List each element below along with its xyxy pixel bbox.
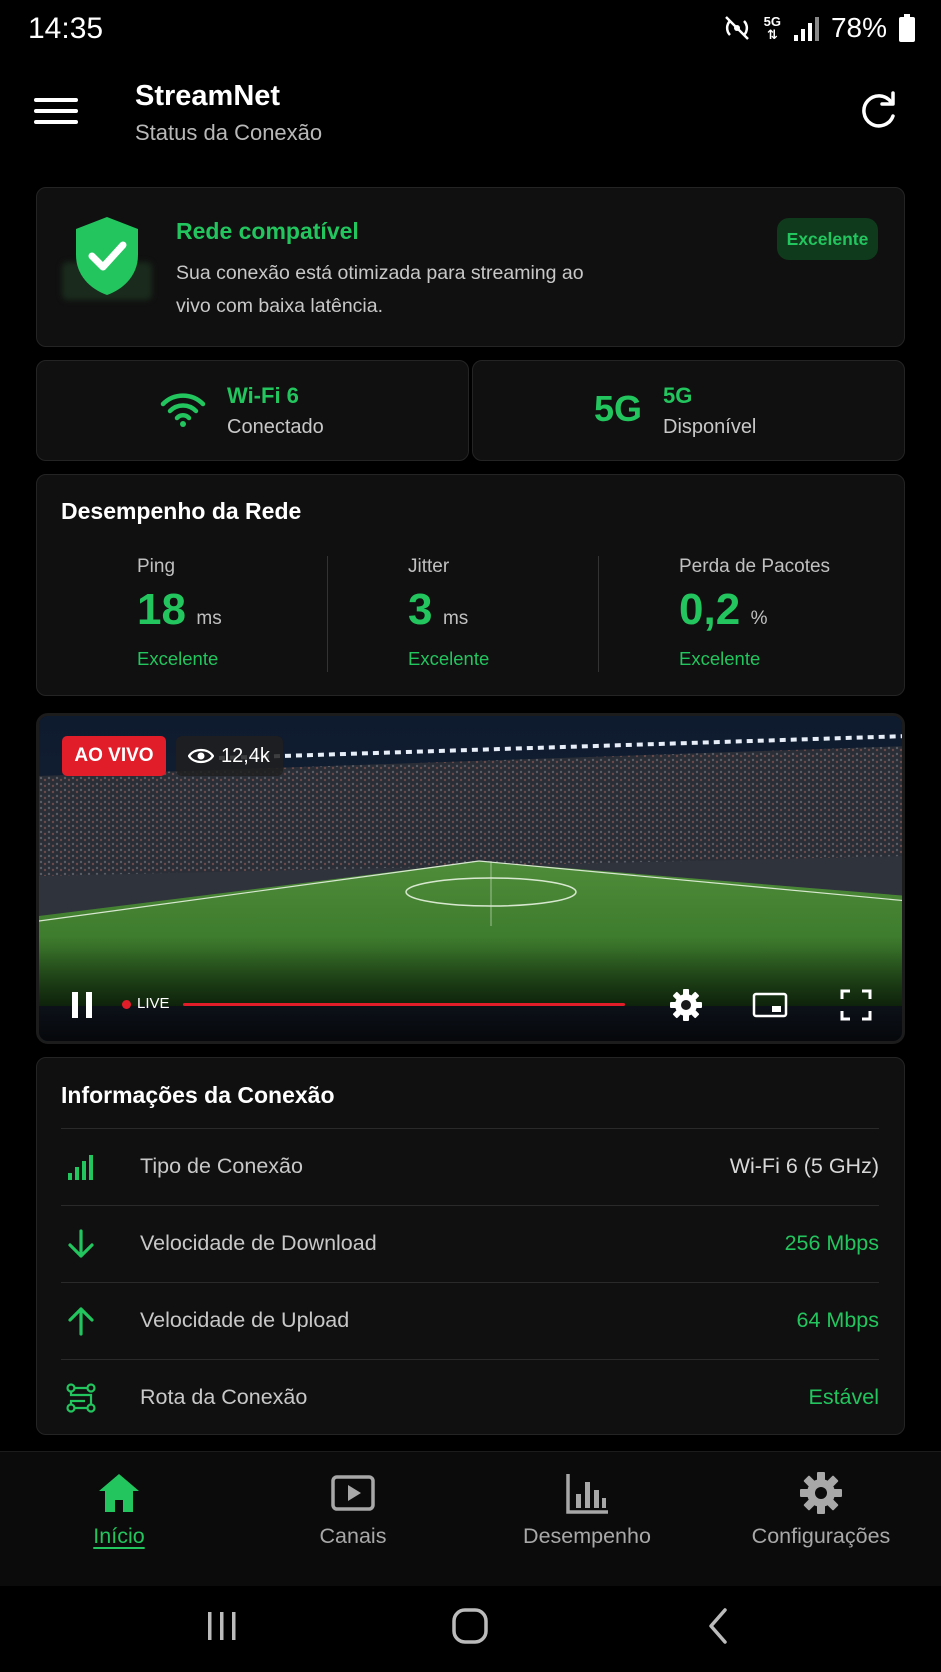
live-label: LIVE xyxy=(137,995,170,1012)
status-icons: 5G ⇅ 78% xyxy=(722,12,915,44)
wifi-icon xyxy=(160,393,206,427)
nav-item-home[interactable]: Início xyxy=(19,1470,219,1549)
battery-percent: 78% xyxy=(830,12,887,43)
recent-apps-icon[interactable] xyxy=(200,1604,244,1648)
metric-ping-quality: Excelente xyxy=(137,648,219,669)
gear-icon xyxy=(800,1472,842,1514)
pause-button[interactable] xyxy=(70,992,94,1018)
metric-jitter-label: Jitter xyxy=(408,556,450,577)
cellular-status: Disponível xyxy=(663,416,757,438)
menu-button[interactable] xyxy=(34,92,78,130)
play-icon xyxy=(331,1475,375,1511)
route-icon xyxy=(66,1383,96,1413)
shield-check-icon xyxy=(76,217,138,295)
metric-ping-label: Ping xyxy=(137,556,176,577)
5g-icon: 5G xyxy=(594,388,643,429)
info-row-connection-type: Tipo de Conexão Wi-Fi 6 (5 GHz) xyxy=(61,1128,879,1205)
refresh-icon[interactable] xyxy=(855,88,901,134)
cast-icon[interactable] xyxy=(752,987,788,1023)
page-subtitle: Status da Conexão xyxy=(135,120,323,145)
signal-bars-icon xyxy=(68,1155,93,1180)
quality-badge: Excelente xyxy=(777,218,878,260)
status-bar: 14:35 5G ⇅ 78% xyxy=(0,0,941,58)
eye-icon xyxy=(188,748,214,764)
metric-loss-value: 0,2 % xyxy=(679,585,768,634)
info-row-download: Velocidade de Download 256 Mbps xyxy=(61,1205,879,1282)
home-button-icon[interactable] xyxy=(448,1604,492,1648)
metric-divider xyxy=(327,556,328,672)
metric-loss-quality: Excelente xyxy=(679,648,761,669)
info-row-upload: Velocidade de Upload 64 Mbps xyxy=(61,1282,879,1359)
nav-item-performance[interactable]: Desempenho xyxy=(487,1470,687,1549)
status-time: 14:35 xyxy=(28,12,104,45)
metric-ping-value: 18 ms xyxy=(137,585,222,634)
gear-icon[interactable] xyxy=(668,987,704,1023)
metric-jitter-quality: Excelente xyxy=(408,648,490,669)
network-type-indicator: 5G ⇅ xyxy=(763,14,781,42)
nav-item-channels[interactable]: Canais xyxy=(253,1470,453,1549)
home-icon xyxy=(99,1474,139,1512)
signal-icon xyxy=(793,17,819,41)
metric-jitter-value: 3 ms xyxy=(408,585,469,634)
arrow-down-icon xyxy=(68,1229,94,1258)
arrow-up-icon xyxy=(68,1307,94,1336)
hotspot-icon xyxy=(724,16,749,40)
video-progress-bar[interactable] xyxy=(183,1003,625,1006)
wifi-status: Conectado xyxy=(227,416,324,438)
live-dot-icon xyxy=(122,1000,131,1009)
cellular-title: 5G xyxy=(663,383,693,408)
chart-icon xyxy=(566,1474,608,1514)
app-title: StreamNet xyxy=(135,80,281,112)
live-badge: AO VIVO xyxy=(62,736,166,776)
viewer-count: 12,4k xyxy=(176,736,283,776)
performance-title: Desempenho da Rede xyxy=(61,498,302,524)
wifi-card[interactable] xyxy=(36,360,469,461)
fullscreen-icon[interactable] xyxy=(838,987,874,1023)
wifi-title: Wi-Fi 6 xyxy=(227,383,299,408)
back-icon[interactable] xyxy=(697,1604,741,1648)
compat-title: Rede compatível xyxy=(176,218,359,244)
metric-divider xyxy=(598,556,599,672)
battery-icon xyxy=(899,14,915,42)
info-row-route: Rota da Conexão Estável xyxy=(61,1359,879,1436)
nav-item-settings[interactable]: Configurações xyxy=(721,1470,921,1549)
connection-info-title: Informações da Conexão xyxy=(61,1082,335,1108)
metric-loss-label: Perda de Pacotes xyxy=(679,556,831,577)
cellular-card[interactable] xyxy=(472,360,905,461)
compat-description: Sua conexão está otimizada para streamin… xyxy=(176,262,584,317)
